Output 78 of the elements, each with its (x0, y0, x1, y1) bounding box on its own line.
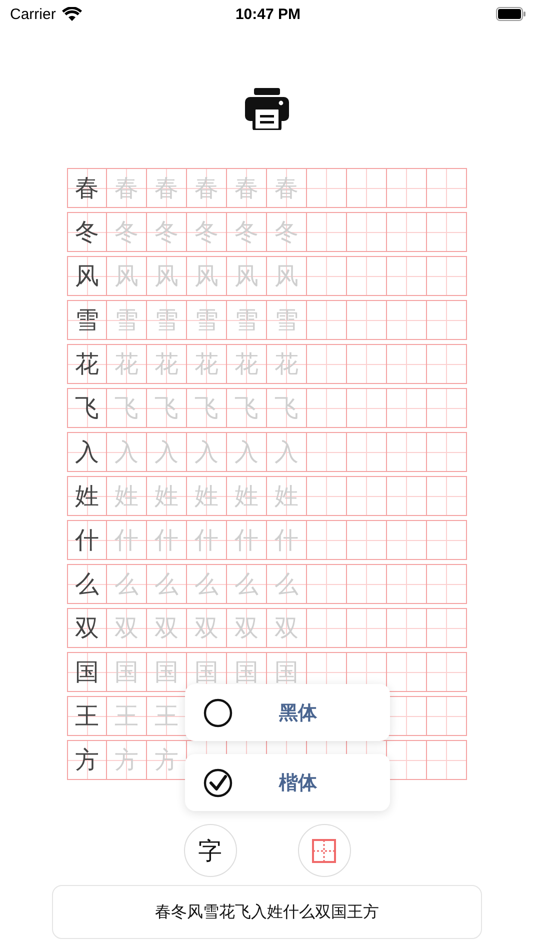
practice-cell (427, 696, 467, 736)
practice-cell (427, 520, 467, 560)
model-character: 国 (75, 660, 99, 684)
practice-cell (387, 652, 427, 692)
practice-cell (427, 212, 467, 252)
practice-cell (427, 168, 467, 208)
model-character: 方 (75, 748, 99, 772)
practice-cell (387, 168, 427, 208)
model-character: 双 (75, 616, 99, 640)
practice-cell (387, 476, 427, 516)
practice-cell (347, 212, 387, 252)
clock-time: 10:47 PM (235, 6, 301, 22)
practice-cell (307, 608, 347, 648)
carrier-label: Carrier (10, 6, 56, 22)
model-character: 么 (75, 572, 99, 596)
practice-cell (347, 344, 387, 384)
practice-cell (387, 608, 427, 648)
practice-cell (387, 432, 427, 472)
font-label: 楷体 (279, 772, 317, 796)
model-character: 入 (75, 440, 99, 464)
practice-cell (347, 432, 387, 472)
practice-cell (307, 256, 347, 296)
practice-cell (347, 300, 387, 340)
text-input-field[interactable]: 春冬风雪花飞入姓什么双国王方 (52, 885, 482, 939)
practice-cell (427, 740, 467, 780)
practice-cell (387, 256, 427, 296)
practice-cell (347, 256, 387, 296)
font-option[interactable]: 黑体 (185, 684, 390, 741)
practice-cell (347, 168, 387, 208)
practice-cell (307, 168, 347, 208)
font-option[interactable]: 楷体 (185, 754, 390, 811)
grid-icon (312, 838, 336, 862)
practice-cell (387, 212, 427, 252)
model-character: 姓 (75, 484, 99, 508)
practice-cell (307, 432, 347, 472)
practice-cell (387, 388, 427, 428)
practice-cell (347, 608, 387, 648)
wifi-icon (62, 7, 82, 21)
practice-cell (307, 344, 347, 384)
practice-cell (347, 520, 387, 560)
practice-cell (307, 388, 347, 428)
practice-cell (387, 696, 427, 736)
practice-cell (307, 564, 347, 604)
practice-cell (387, 300, 427, 340)
model-character: 冬 (75, 220, 99, 244)
model-character: 飞 (75, 396, 99, 420)
model-character: 风 (75, 264, 99, 288)
practice-cell (387, 520, 427, 560)
practice-cell (427, 300, 467, 340)
practice-cell (387, 740, 427, 780)
checked-circle-icon (203, 768, 233, 798)
practice-cell (427, 432, 467, 472)
practice-cell (427, 652, 467, 692)
practice-cell (347, 476, 387, 516)
model-character: 王 (75, 704, 99, 728)
practice-cell (387, 564, 427, 604)
model-character: 花 (75, 352, 99, 376)
practice-cell (307, 212, 347, 252)
practice-cell (427, 256, 467, 296)
practice-cell (347, 564, 387, 604)
practice-cell (427, 564, 467, 604)
character-button[interactable]: 字 (184, 824, 236, 877)
practice-cell (427, 608, 467, 648)
practice-cell (347, 388, 387, 428)
battery-icon (496, 7, 526, 21)
model-character: 春 (75, 176, 99, 200)
font-label: 黑体 (279, 702, 317, 726)
practice-cell (307, 300, 347, 340)
practice-cell (427, 476, 467, 516)
model-character: 雪 (75, 308, 99, 332)
empty-circle-icon (203, 698, 233, 728)
printer-icon[interactable] (245, 88, 289, 130)
practice-cell (427, 388, 467, 428)
practice-cell (307, 476, 347, 516)
model-character: 什 (75, 528, 99, 552)
practice-cell (387, 344, 427, 384)
practice-cell (307, 520, 347, 560)
practice-cell (427, 344, 467, 384)
